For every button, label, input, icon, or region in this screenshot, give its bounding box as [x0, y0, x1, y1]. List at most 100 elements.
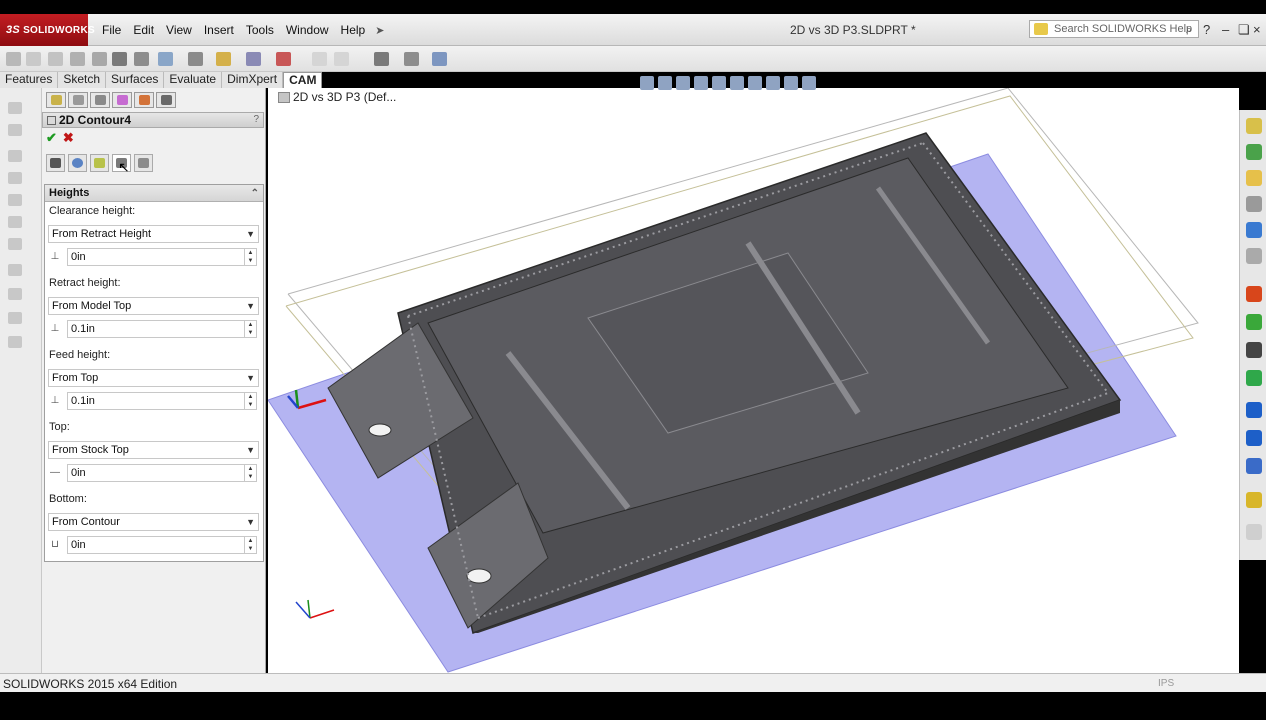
model-view[interactable]	[268, 88, 1239, 673]
strip-part-icon[interactable]	[8, 102, 22, 114]
menu-help[interactable]: Help	[335, 23, 372, 37]
help-icon[interactable]: ?	[253, 113, 259, 127]
top-value-field[interactable]: 0in ▲ ▼	[67, 464, 257, 482]
clearance-height-value-field[interactable]: 0in ▲ ▼	[67, 248, 257, 266]
simulate-icon[interactable]	[92, 52, 107, 66]
custom-properties-icon[interactable]	[1246, 248, 1262, 264]
heights-header[interactable]: Heights ⌃	[45, 185, 263, 202]
strip-mirror-icon[interactable]	[8, 238, 22, 250]
coordinate-icon[interactable]	[188, 52, 203, 66]
extract-features-icon[interactable]	[26, 52, 41, 66]
tab-dimxpert[interactable]: DimXpert	[222, 72, 284, 88]
spinner-icon[interactable]: ▲ ▼	[244, 537, 256, 553]
cancel-button[interactable]: ✖	[63, 130, 74, 145]
strip-fillet-icon[interactable]	[8, 194, 22, 206]
tab-surfaces[interactable]: Surfaces	[106, 72, 165, 88]
design-library-icon[interactable]	[1246, 144, 1262, 160]
section-view-icon[interactable]	[694, 76, 708, 90]
hide-show-icon[interactable]	[748, 76, 762, 90]
post-process-icon[interactable]	[70, 52, 85, 66]
menu-insert[interactable]: Insert	[198, 23, 240, 37]
zoom-fit-icon[interactable]	[640, 76, 654, 90]
operation-icon[interactable]	[246, 52, 261, 66]
spinner-icon[interactable]: ▲ ▼	[244, 465, 256, 481]
step-icon[interactable]	[1246, 430, 1262, 446]
scene-icon[interactable]	[784, 76, 798, 90]
help-question-icon[interactable]: ?	[1203, 22, 1210, 37]
resources-icon[interactable]	[1246, 118, 1262, 134]
strip-spring-icon[interactable]	[8, 312, 22, 324]
pause-icon[interactable]	[1246, 402, 1262, 418]
feed-height-select[interactable]: From Top ▼	[48, 369, 259, 387]
settings-icon[interactable]	[112, 52, 127, 66]
magnifier-icon[interactable]: ⌕	[1186, 22, 1192, 38]
tab-cam-operation[interactable]	[156, 92, 176, 108]
pencil-icon[interactable]	[1246, 492, 1262, 508]
tab-feature-tree[interactable]	[46, 92, 66, 108]
window-icon[interactable]	[432, 52, 447, 66]
download-icon[interactable]	[1246, 314, 1262, 330]
close-icon[interactable]: ×	[1253, 22, 1261, 37]
gear-icon[interactable]	[134, 52, 149, 66]
generate-plan-icon[interactable]	[6, 52, 21, 66]
view-settings-icon[interactable]	[802, 76, 816, 90]
options-icon[interactable]	[404, 52, 419, 66]
tool-icon[interactable]	[374, 52, 389, 66]
feed-height-value-field[interactable]: 0.1in ▲ ▼	[67, 392, 257, 410]
cam-tree-icon[interactable]	[1246, 286, 1262, 302]
top-select[interactable]: From Stock Top ▼	[48, 441, 259, 459]
stock-icon[interactable]	[158, 52, 173, 66]
tab-contour[interactable]	[90, 154, 109, 172]
previous-view-icon[interactable]	[676, 76, 690, 90]
tab-config[interactable]	[90, 92, 110, 108]
strip-curve-icon[interactable]	[8, 288, 22, 300]
tab-sketch[interactable]: Sketch	[58, 72, 107, 88]
tree-breadcrumb[interactable]: 2D vs 3D P3 (Def...	[278, 90, 396, 104]
retract-height-select[interactable]: From Model Top ▼	[48, 297, 259, 315]
menu-file[interactable]: File	[96, 23, 127, 37]
tab-links[interactable]	[134, 154, 153, 172]
spinner-icon[interactable]: ▲ ▼	[244, 393, 256, 409]
tab-display[interactable]	[112, 92, 132, 108]
menu-edit[interactable]: Edit	[127, 23, 160, 37]
file-explorer-icon[interactable]	[1246, 170, 1262, 186]
tab-tool[interactable]	[46, 154, 65, 172]
tab-feature-options[interactable]	[68, 154, 87, 172]
strip-sketch-icon[interactable]	[8, 124, 22, 136]
display-style-icon[interactable]	[730, 76, 744, 90]
tab-evaluate[interactable]: Evaluate	[164, 72, 223, 88]
strip-cut-icon[interactable]	[8, 172, 22, 184]
clearance-height-select[interactable]: From Retract Height ▼	[48, 225, 259, 243]
menu-tools[interactable]: Tools	[240, 23, 280, 37]
feature-icon[interactable]	[216, 52, 231, 66]
bottom-select[interactable]: From Contour ▼	[48, 513, 259, 531]
comment-icon[interactable]	[1246, 524, 1262, 540]
strip-ref-icon[interactable]	[8, 336, 22, 348]
view-orientation-icon[interactable]	[712, 76, 726, 90]
sort2-icon[interactable]	[334, 52, 349, 66]
tab-features[interactable]: Features	[0, 72, 59, 88]
tab-cam[interactable]: CAM	[283, 72, 323, 88]
spinner-icon[interactable]: ▲ ▼	[244, 321, 256, 337]
bottom-value-field[interactable]: 0in ▲ ▼	[67, 536, 257, 554]
view-palette-icon[interactable]	[1246, 196, 1262, 212]
strip-pattern-icon[interactable]	[8, 216, 22, 228]
minimize-icon[interactable]: –	[1222, 22, 1229, 37]
collapse-icon[interactable]: ⌃	[251, 185, 259, 202]
graphics-viewport[interactable]	[268, 88, 1239, 673]
toolpath-red-icon[interactable]	[276, 52, 291, 66]
menu-view[interactable]: View	[160, 23, 198, 37]
retract-height-value-field[interactable]: 0.1in ▲ ▼	[67, 320, 257, 338]
strip-grid-icon[interactable]	[8, 264, 22, 276]
camera-icon[interactable]	[1246, 342, 1262, 358]
strip-extrude-icon[interactable]	[8, 150, 22, 162]
pin-icon[interactable]: ➤	[375, 24, 384, 37]
restore-icon[interactable]: ❏	[1238, 22, 1250, 38]
ok-button[interactable]: ✔	[46, 130, 57, 145]
units-indicator[interactable]: IPS	[1158, 678, 1174, 689]
screen-icon[interactable]	[1246, 458, 1262, 474]
solidworks-logo[interactable]: 3S SOLIDWORKS	[0, 14, 95, 46]
sort-icon[interactable]	[312, 52, 327, 66]
tab-property[interactable]	[68, 92, 88, 108]
toolpath-icon[interactable]	[48, 52, 63, 66]
